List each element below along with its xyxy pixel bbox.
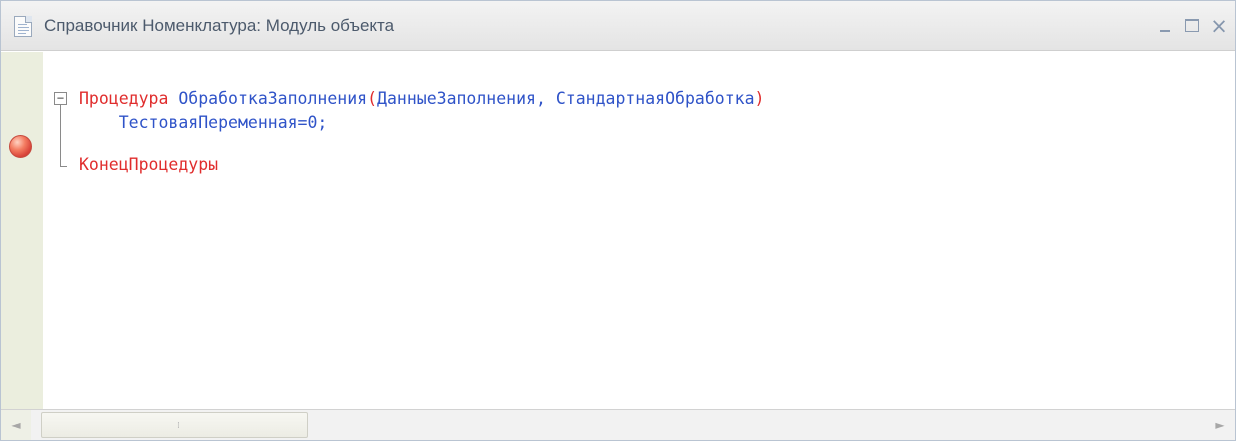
- fold-guide-line: [60, 105, 61, 166]
- horizontal-scrollbar[interactable]: ◄ ⁞ ►: [1, 409, 1235, 440]
- fold-guide-end: [60, 166, 67, 167]
- code-editor[interactable]: − Процедура ОбработкаЗаполнения(ДанныеЗа…: [1, 52, 1235, 409]
- code-line-3[interactable]: КонецПроцедуры: [79, 154, 218, 176]
- title-bar[interactable]: Справочник Номенклатура: Модуль объекта …: [1, 1, 1235, 51]
- document-icon: [14, 16, 32, 37]
- maximize-button[interactable]: [1181, 15, 1203, 37]
- window-title: Справочник Номенклатура: Модуль объекта: [44, 16, 395, 35]
- close-paren: ): [754, 89, 765, 108]
- code-line-1[interactable]: Процедура ОбработкаЗаполнения(ДанныеЗапо…: [79, 88, 764, 110]
- scroll-left-arrow-icon[interactable]: ◄: [1, 410, 31, 440]
- scrollbar-thumb[interactable]: ⁞: [41, 412, 308, 438]
- assignment-statement: ТестоваяПеременная=0;: [118, 113, 328, 132]
- minimize-icon: [1160, 30, 1170, 32]
- scroll-right-arrow-icon[interactable]: ►: [1205, 410, 1235, 440]
- module-editor-window: Справочник Номенклатура: Модуль объекта …: [0, 0, 1236, 441]
- code-line-2[interactable]: ТестоваяПеременная=0;: [79, 112, 328, 134]
- breakpoint-icon[interactable]: [9, 135, 32, 158]
- close-button[interactable]: ×: [1208, 15, 1230, 37]
- procedure-name: ОбработкаЗаполнения: [178, 89, 368, 108]
- editor-gutter[interactable]: [1, 52, 43, 409]
- open-paren: (: [367, 89, 378, 108]
- procedure-params: ДанныеЗаполнения, СтандартнаяОбработка: [377, 89, 755, 108]
- procedure-keyword: Процедура: [79, 89, 169, 108]
- end-procedure-keyword: КонецПроцедуры: [79, 155, 219, 174]
- scrollbar-grip-icon: ⁞: [177, 421, 180, 431]
- collapse-toggle-icon[interactable]: −: [54, 92, 67, 105]
- minimize-button[interactable]: [1155, 15, 1177, 37]
- maximize-icon: [1185, 19, 1199, 32]
